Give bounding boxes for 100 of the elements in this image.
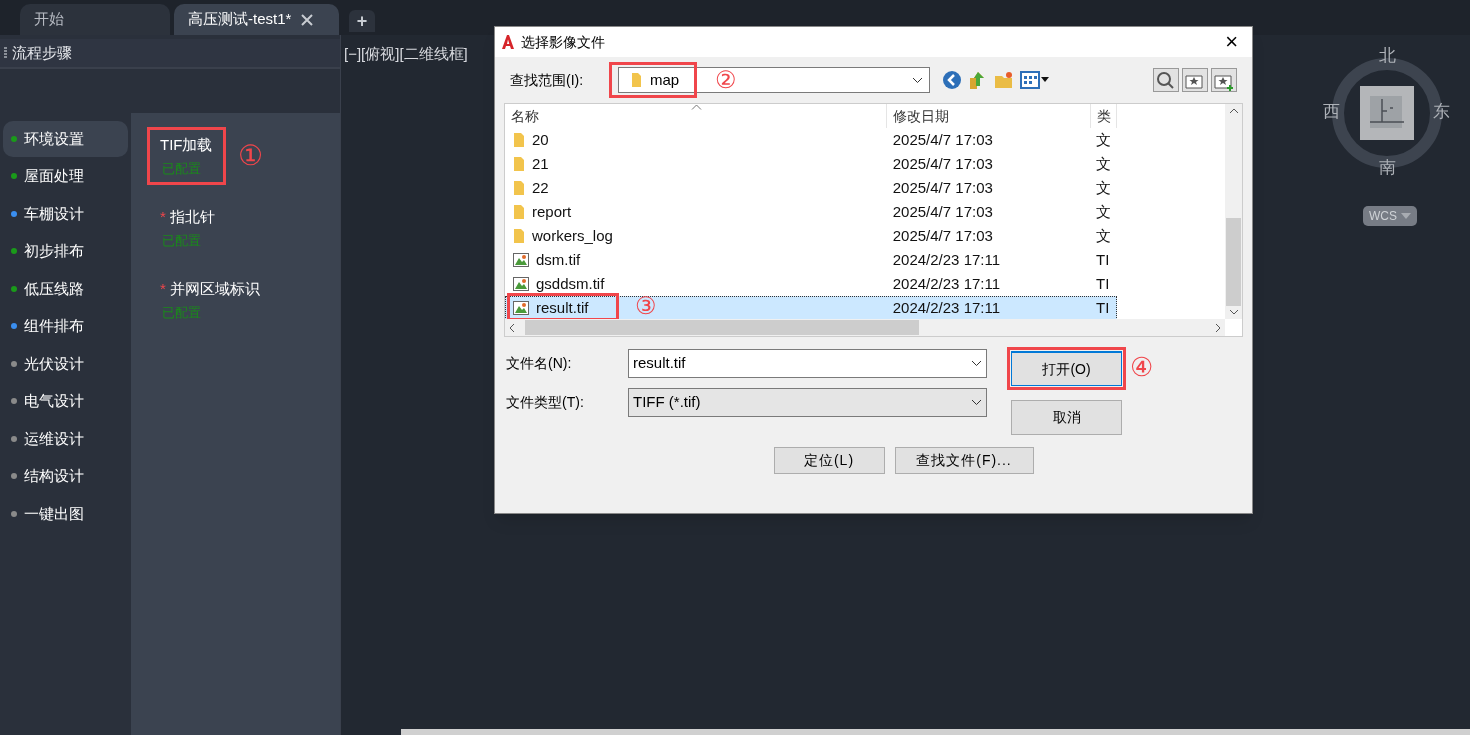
step-item[interactable]: 屋面处理	[3, 158, 128, 194]
dialog-title: 选择影像文件	[521, 32, 606, 52]
tab[interactable]: 高压测试-test1*	[174, 4, 339, 35]
folder-icon	[513, 204, 525, 220]
step-item[interactable]: 低压线路	[3, 271, 128, 307]
step-item[interactable]: 一键出图	[3, 496, 128, 532]
scroll-right-icon	[1215, 322, 1221, 333]
file-type: 文	[1095, 177, 1113, 198]
compass-direction: 南	[1379, 159, 1396, 176]
task-label[interactable]: 并网区域标识	[169, 278, 260, 301]
file-type: TI	[1095, 273, 1111, 294]
dialog-button[interactable]: 取消	[1011, 400, 1122, 435]
file-name: gsddsm.tif	[536, 273, 605, 294]
task-status: 已配置	[161, 231, 202, 250]
caret-icon	[1401, 213, 1411, 219]
callout-number: ①	[237, 142, 263, 170]
file-type: 文	[1095, 201, 1113, 222]
dialog-button[interactable]: 查找文件(F)...	[894, 447, 1034, 474]
file-name-field[interactable]: result.tif	[628, 349, 987, 378]
dialog-button[interactable]: 打开(O)	[1011, 351, 1122, 386]
step-item[interactable]: 光伏设计	[3, 346, 128, 382]
image-file-icon	[513, 253, 529, 267]
column-header[interactable]: 名称	[505, 104, 887, 128]
scroll-up-icon	[1228, 108, 1239, 114]
scrollbar-thumb[interactable]	[1226, 217, 1241, 306]
step-item[interactable]: 环境设置	[3, 121, 128, 157]
callout-number: ④	[1130, 354, 1153, 380]
field-label: 文件类型(T):	[506, 393, 585, 412]
file-row[interactable]: report 2025/4/7 17:03 文	[505, 200, 1117, 224]
tab[interactable]: 开始	[20, 4, 170, 35]
callout-number: ②	[715, 68, 737, 92]
search-web-icon	[1153, 68, 1179, 92]
column-header[interactable]: 类	[1091, 104, 1117, 128]
file-row[interactable]: 20 2025/4/7 17:03 文	[505, 128, 1117, 152]
view-cube-icon	[1360, 86, 1414, 140]
file-type: 文	[1095, 129, 1113, 150]
file-row[interactable]: dsm.tif 2024/2/23 17:11 TI	[505, 248, 1117, 272]
file-type: 文	[1095, 225, 1113, 246]
viewport-label[interactable]: [−][俯视][二维线框]	[344, 43, 468, 66]
step-item[interactable]: 电气设计	[3, 383, 128, 419]
required-mark: *	[160, 279, 166, 299]
folder-icon	[513, 156, 525, 172]
file-row[interactable]: gsddsm.tif 2024/2/23 17:11 TI	[505, 272, 1117, 296]
file-date: 2024/2/23 17:11	[891, 249, 1002, 270]
file-date: 2025/4/7 17:03	[891, 177, 994, 198]
compass-direction: 东	[1433, 103, 1450, 120]
task-label[interactable]: TIF加载	[160, 134, 213, 157]
file-name: 20	[532, 129, 549, 150]
file-type: 文	[1095, 153, 1113, 174]
scrollbar-thumb[interactable]	[525, 320, 919, 335]
grip-icon	[4, 47, 7, 59]
file-date: 2025/4/7 17:03	[891, 129, 994, 150]
field-label: 查找范围(I):	[510, 70, 585, 90]
step-item[interactable]: 车棚设计	[3, 196, 128, 232]
task-status: 已配置	[161, 303, 202, 322]
file-row[interactable]: workers_log 2025/4/7 17:03 文	[505, 224, 1117, 248]
step-item[interactable]: 初步排布	[3, 233, 128, 269]
file-name: workers_log	[532, 225, 613, 246]
file-date: 2024/2/23 17:11	[891, 273, 1002, 294]
file-row[interactable]: 22 2025/4/7 17:03 文	[505, 176, 1117, 200]
image-file-icon	[513, 301, 529, 315]
image-file-icon	[513, 277, 529, 291]
folder-icon	[513, 228, 525, 244]
file-date: 2025/4/7 17:03	[891, 225, 994, 246]
task-status: 已配置	[161, 159, 202, 178]
file-name: result.tif	[536, 297, 589, 318]
required-mark: *	[160, 207, 166, 227]
scroll-down-icon	[1228, 309, 1239, 315]
horizontal-scrollbar[interactable]	[505, 319, 1225, 336]
folder-icon	[513, 132, 525, 148]
step-item[interactable]: 结构设计	[3, 458, 128, 494]
folder-icon	[631, 72, 642, 88]
file-row[interactable]: 21 2025/4/7 17:03 文	[505, 152, 1117, 176]
close-button[interactable]: ×	[1217, 31, 1246, 53]
callout-number: ③	[635, 294, 657, 318]
add-favorite-icon	[1211, 68, 1237, 92]
file-date: 2025/4/7 17:03	[891, 153, 994, 174]
step-item[interactable]: 运维设计	[3, 421, 128, 457]
step-item[interactable]: 组件排布	[3, 308, 128, 344]
dialog-button[interactable]: 定位(L)	[773, 447, 885, 474]
file-name: report	[532, 201, 572, 222]
file-date: 2025/4/7 17:03	[891, 201, 994, 222]
file-date: 2024/2/23 17:11	[891, 297, 1002, 318]
scroll-left-icon	[509, 322, 515, 333]
new-tab-button[interactable]: +	[349, 10, 375, 32]
file-type: TI	[1095, 249, 1111, 270]
file-type-dropdown[interactable]: TIFF (*.tif)	[628, 388, 987, 417]
chevron-icon	[912, 76, 923, 84]
column-header[interactable]: 修改日期	[887, 104, 1091, 128]
folder-icon	[513, 180, 525, 196]
task-label[interactable]: 指北针	[169, 206, 215, 229]
field-label: 文件名(N):	[506, 354, 573, 373]
scrollbar-thumb[interactable]	[401, 729, 1470, 735]
vertical-scrollbar[interactable]	[1225, 104, 1242, 319]
compass-direction: 北	[1379, 47, 1396, 64]
file-name: dsm.tif	[536, 249, 581, 270]
panel-title: 流程步骤	[12, 42, 72, 63]
view-menu-icon	[1020, 71, 1050, 89]
favorites-icon	[1182, 68, 1208, 92]
file-type: TI	[1095, 297, 1111, 318]
